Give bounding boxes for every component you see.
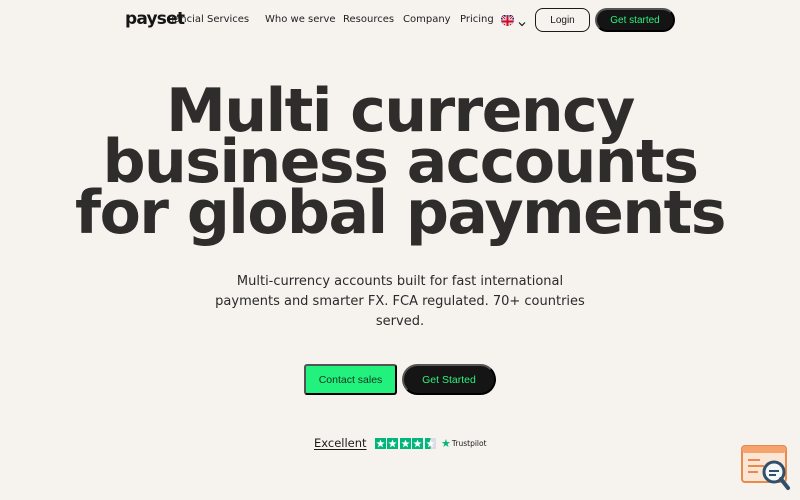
login-button[interactable]: Login	[535, 8, 590, 32]
star-icon	[387, 437, 399, 449]
hero-get-started-button[interactable]: Get Started	[402, 364, 496, 395]
headline-line-3: for global payments	[75, 178, 726, 248]
nav-get-started-button[interactable]: Get started	[595, 8, 675, 32]
nav-resources[interactable]: Resources	[343, 14, 394, 25]
nav-financial-services[interactable]: Financial Services	[172, 14, 249, 25]
trustpilot-brand-text: Trustpilot	[451, 438, 487, 448]
top-nav: payset Financial Services Who we serve R…	[0, 0, 800, 40]
uk-flag-icon[interactable]	[501, 13, 514, 26]
star-icon	[399, 437, 411, 449]
chevron-down-icon[interactable]	[518, 14, 526, 27]
star-icon	[412, 437, 424, 449]
rating-word[interactable]: Excellent	[314, 436, 367, 450]
page: payset Financial Services Who we serve R…	[0, 0, 800, 500]
nav-pricing[interactable]: Pricing	[460, 14, 494, 25]
half-star-icon	[424, 437, 436, 449]
trustpilot-logo[interactable]: ★ Trustpilot	[441, 437, 487, 450]
hero-subtitle: Multi-currency accounts built for fast i…	[215, 274, 585, 329]
contact-sales-button[interactable]: Contact sales	[304, 364, 397, 395]
trustpilot-star-icon: ★	[441, 436, 451, 450]
star-icon	[374, 437, 386, 449]
hero-headline: Multi currency business accounts for glo…	[0, 81, 800, 248]
trustpilot-stars	[374, 437, 438, 449]
search-chat-icon[interactable]	[740, 444, 792, 492]
trustpilot-rating[interactable]: Excellent ★ Trustpilot	[314, 436, 487, 450]
nav-who-we-serve[interactable]: Who we serve	[265, 14, 336, 25]
nav-company[interactable]: Company	[403, 14, 451, 25]
